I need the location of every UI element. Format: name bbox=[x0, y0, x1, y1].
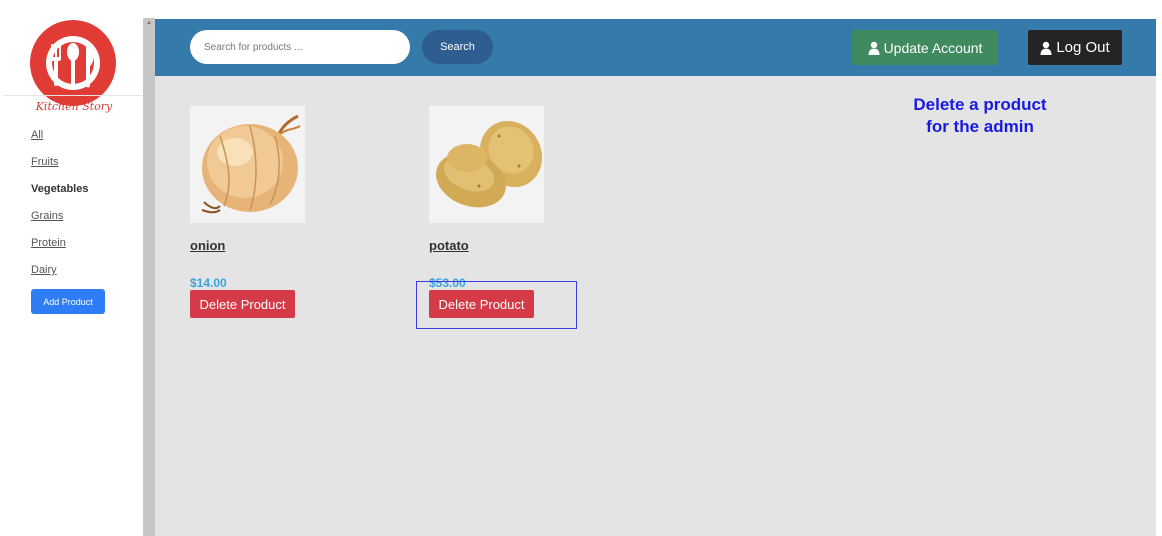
scroll-up-icon[interactable]: ▲ bbox=[146, 20, 152, 26]
app-root: Kitchen Story All Fruits Vegetables Grai… bbox=[0, 0, 1162, 536]
sidebar-scrollbar[interactable] bbox=[143, 18, 155, 536]
product-name[interactable]: potato bbox=[429, 238, 589, 256]
category-link-protein[interactable]: Protein bbox=[31, 237, 66, 249]
category-link-dairy[interactable]: Dairy bbox=[31, 264, 57, 276]
brand-name: Kitchen Story bbox=[35, 100, 113, 113]
category-item-grains[interactable]: Grains bbox=[31, 210, 88, 237]
add-product-button[interactable]: Add Product bbox=[31, 289, 105, 314]
update-account-label: Update Account bbox=[883, 39, 983, 56]
update-account-button[interactable]: Update Account bbox=[852, 30, 998, 65]
category-item-protein[interactable]: Protein bbox=[31, 237, 88, 264]
log-out-label: Log Out bbox=[1056, 39, 1110, 56]
category-item-fruits[interactable]: Fruits bbox=[31, 156, 88, 183]
category-list: All Fruits Vegetables Grains Protein Dai… bbox=[31, 129, 88, 291]
kitchen-story-logo-icon[interactable] bbox=[30, 20, 116, 106]
sidebar: Kitchen Story All Fruits Vegetables Grai… bbox=[0, 0, 143, 536]
category-label-vegetables[interactable]: Vegetables bbox=[31, 183, 88, 195]
category-item-vegetables[interactable]: Vegetables bbox=[31, 183, 88, 210]
annotation-line-2: for the admin bbox=[926, 117, 1034, 136]
top-header: Search Update Account Log Out bbox=[155, 19, 1156, 76]
category-link-grains[interactable]: Grains bbox=[31, 210, 63, 222]
potato-image[interactable] bbox=[429, 106, 544, 223]
log-out-button[interactable]: Log Out bbox=[1028, 30, 1122, 65]
highlight-box bbox=[416, 281, 577, 329]
annotation-line-1: Delete a product bbox=[913, 95, 1047, 114]
category-item-all[interactable]: All bbox=[31, 129, 88, 156]
product-name[interactable]: onion bbox=[190, 238, 350, 256]
product-area: Delete a product for the admin onion $14… bbox=[155, 76, 1156, 536]
product-card-onion: onion $14.00 Delete Product bbox=[190, 106, 350, 318]
search-button[interactable]: Search bbox=[422, 30, 493, 64]
category-link-fruits[interactable]: Fruits bbox=[31, 156, 59, 168]
search-input[interactable] bbox=[190, 30, 410, 64]
category-item-dairy[interactable]: Dairy bbox=[31, 264, 88, 291]
onion-image[interactable] bbox=[190, 106, 305, 223]
logo-divider bbox=[4, 95, 142, 96]
delete-product-button[interactable]: Delete Product bbox=[190, 290, 295, 318]
user-icon bbox=[868, 41, 880, 55]
annotation-text: Delete a product for the admin bbox=[895, 94, 1065, 138]
product-price: $14.00 bbox=[190, 276, 227, 290]
category-link-all[interactable]: All bbox=[31, 129, 43, 141]
user-icon bbox=[1040, 41, 1052, 55]
